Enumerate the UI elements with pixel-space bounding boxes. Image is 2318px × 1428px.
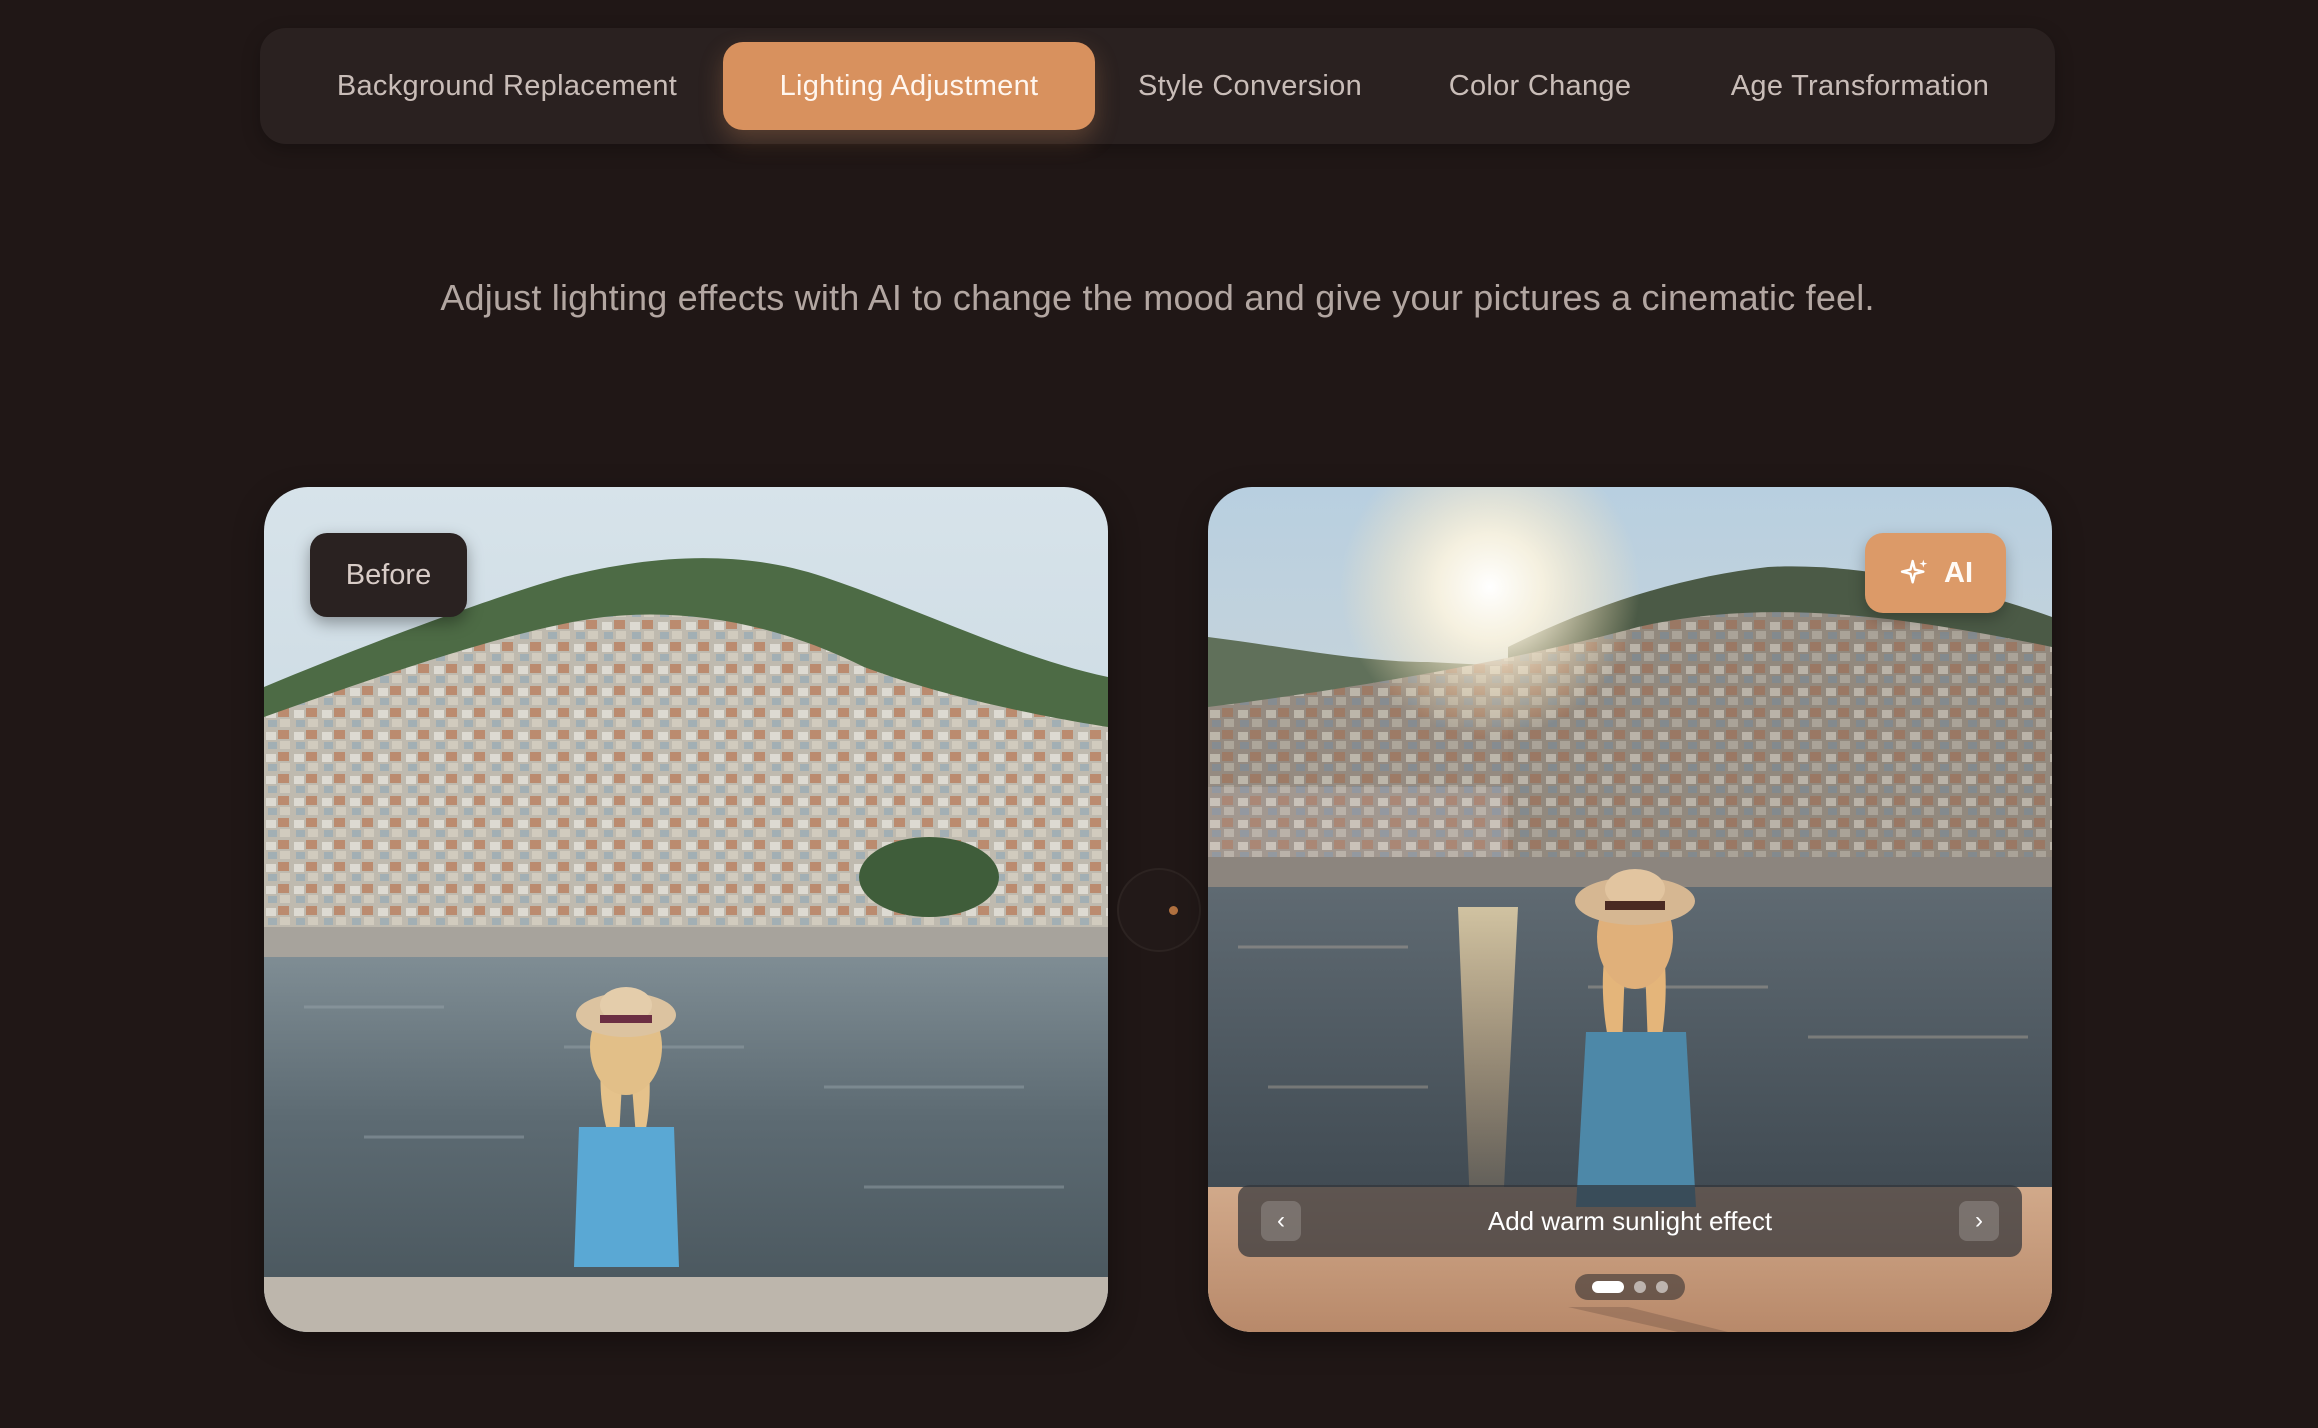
previous-effect-button[interactable]: ‹	[1261, 1201, 1301, 1241]
divider-indicator-dot	[1169, 906, 1178, 915]
effect-caption: Add warm sunlight effect	[1487, 1205, 1773, 1236]
tab-color-change[interactable]: Color Change	[1410, 42, 1670, 130]
sparkle-icon	[1900, 559, 1928, 584]
before-image-card: Before	[264, 487, 1108, 1332]
tab-lighting-adjustment[interactable]: Lighting Adjustment	[723, 42, 1095, 130]
compare-divider-handle[interactable]	[1117, 868, 1201, 952]
slide-dot-2[interactable]	[1634, 1281, 1646, 1293]
chevron-left-icon: ‹	[1277, 1207, 1285, 1234]
next-effect-button[interactable]: ›	[1959, 1201, 1999, 1241]
feature-description: Adjust lighting effects with AI to chang…	[440, 277, 1875, 318]
effect-caption-bar: ‹ Add warm sunlight effect ›	[1238, 1185, 2022, 1257]
tab-style-conversion[interactable]: Style Conversion	[1105, 42, 1395, 130]
tab-background-replacement[interactable]: Background Replacement	[300, 42, 714, 130]
slide-indicator	[1575, 1274, 1685, 1300]
ai-badge: AI	[1865, 533, 2006, 613]
before-badge: Before	[310, 533, 467, 617]
slide-dot-1[interactable]	[1592, 1281, 1624, 1293]
tab-age-transformation[interactable]: Age Transformation	[1700, 42, 2020, 130]
after-image-card: AI ‹ Add warm sunlight effect ›	[1208, 487, 2052, 1332]
chevron-right-icon: ›	[1975, 1207, 1983, 1234]
slide-dot-3[interactable]	[1656, 1281, 1668, 1293]
ai-badge-label: AI	[1944, 556, 1973, 589]
feature-tab-bar: Background Replacement Lighting Adjustme…	[260, 28, 2055, 144]
